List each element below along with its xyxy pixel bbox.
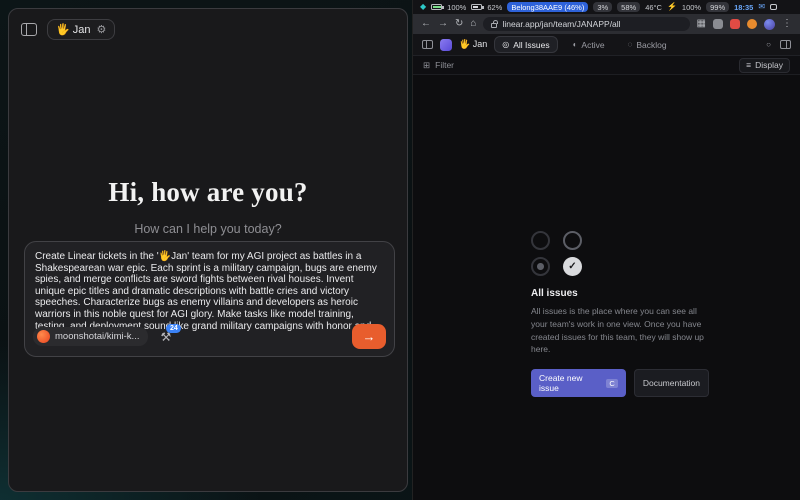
tab-label: All Issues [513,40,549,50]
active-icon: ◐ [573,41,578,49]
greeting-subtitle: How can I help you today? [9,222,407,236]
shortcut-key-badge: C [606,379,617,388]
browser-toolbar: ← → ↻ ⌂ linear.app/jan/team/JANAPP/all ▦… [413,14,800,34]
linear-header: 🖐 Jan ◎ All Issues ◐ Active ◌ Backlog ○ [413,34,800,56]
address-bar[interactable]: linear.app/jan/team/JANAPP/all [483,17,689,31]
battery1-value: 100% [447,3,466,12]
linear-workspace-name[interactable]: 🖐 Jan [459,39,487,50]
system-status-bar: ◆ 100% 62% Belong38AAE9 (46%) 3% 58% 46°… [413,0,800,14]
bolt-icon: ⚡ [667,3,677,11]
sidebar-toggle-icon[interactable] [21,23,37,36]
filter-label: Filter [435,60,454,70]
issue-circle-icon [531,231,550,250]
battery2-icon [471,4,482,10]
empty-state-description: All issues is the place where you can se… [531,305,709,356]
back-icon[interactable]: ← [421,19,431,29]
check-icon: ✓ [568,261,576,272]
send-button[interactable]: → [352,324,386,349]
address-url[interactable]: linear.app/jan/team/JANAPP/all [502,19,620,29]
create-new-issue-button[interactable]: Create new issue C [531,369,626,397]
filter-icon: ⊞ [423,60,430,71]
empty-state: ✓ All issues All issues is the place whe… [531,231,709,397]
model-selector[interactable]: moonshotai/kimi-k... [33,327,148,346]
display-label: Display [755,60,783,70]
welcome-block: Hi, how are you? How can I help you toda… [9,177,407,236]
browser-window: ◆ 100% 62% Belong38AAE9 (46%) 3% 58% 46°… [412,0,800,500]
filter-button[interactable]: ⊞ Filter [423,60,454,71]
chat-input-toolbar: moonshotai/kimi-k... ⚒ 24 → [33,324,386,349]
reload-icon[interactable]: ↻ [455,19,463,29]
issue-progress-icon [531,257,550,276]
linear-sidebar-toggle-icon[interactable] [422,40,433,49]
display-icon: ≡ [746,60,751,70]
mail-icon: ✉ [758,3,765,11]
extensions-grid-icon[interactable]: ▦ [697,19,706,29]
jan-header: 🖐 Jan ⚙ [9,9,407,50]
empty-state-illustration: ✓ [531,231,709,276]
network-badge: Belong38AAE9 (46%) [507,2,588,12]
chat-indicator-icon [770,4,777,10]
tab-label: Active [581,40,604,50]
status-badge-1: 3% [593,2,612,12]
model-provider-icon [37,330,50,343]
create-new-issue-label: Create new issue [539,373,602,393]
clock: 18:35 [734,3,753,12]
power-value: 100% [682,3,701,12]
battery2-value: 62% [487,3,502,12]
tab-all-issues[interactable]: ◎ All Issues [494,36,557,53]
empty-state-buttons: Create new issue C Documentation [531,369,709,397]
notifications-bell-icon[interactable]: ○ [766,41,771,49]
temperature-value: 46°C [645,3,662,12]
greeting-heading: Hi, how are you? [9,177,407,208]
home-icon[interactable]: ⌂ [470,19,476,29]
tab-backlog[interactable]: ◌ Backlog [620,36,675,53]
side-panel-icon[interactable] [780,40,791,49]
tools-count-badge: 24 [166,324,181,333]
forward-icon[interactable]: → [438,19,448,29]
battery-icon [431,4,442,10]
browser-menu-icon[interactable]: ⋮ [782,19,792,29]
issue-circle-icon [563,231,582,250]
lock-icon [491,23,497,28]
profile-avatar[interactable] [764,19,775,30]
app-indicator-icon: ◆ [420,3,426,11]
extension-icon-puzzle[interactable] [713,19,723,29]
issue-done-icon: ✓ [563,257,582,276]
tab-label: Backlog [636,40,666,50]
model-name: moonshotai/kimi-k... [55,331,139,342]
extension-icon-orange[interactable] [747,19,757,29]
empty-state-title: All issues [531,288,709,299]
all-issues-icon: ◎ [502,41,509,49]
send-arrow-icon: → [363,329,376,344]
documentation-button[interactable]: Documentation [634,369,709,397]
display-button[interactable]: ≡ Display [739,58,790,73]
desktop-background: 🖐 Jan ⚙ Hi, how are you? How can I help … [0,0,800,500]
status-badge-2: 58% [617,2,640,12]
tools-button[interactable]: ⚒ 24 [160,331,171,343]
documentation-label: Documentation [643,378,700,388]
linear-workspace-logo[interactable] [440,39,452,51]
jan-app-window: 🖐 Jan ⚙ Hi, how are you? How can I help … [8,8,408,492]
chat-input-card[interactable]: Create Linear tickets in the '🖐Jan' team… [24,241,395,357]
workspace-label: 🖐 Jan [56,23,91,36]
extension-icon-red[interactable] [730,19,740,29]
linear-main-area: ✓ All issues All issues is the place whe… [413,75,800,500]
tab-active[interactable]: ◐ Active [565,36,613,53]
linear-filter-bar: ⊞ Filter ≡ Display [413,56,800,75]
status-badge-3: 99% [706,2,729,12]
gear-icon[interactable]: ⚙ [97,23,107,36]
backlog-icon: ◌ [628,41,633,49]
linear-header-actions: ○ [766,40,791,49]
workspace-selector[interactable]: 🖐 Jan ⚙ [47,19,115,40]
